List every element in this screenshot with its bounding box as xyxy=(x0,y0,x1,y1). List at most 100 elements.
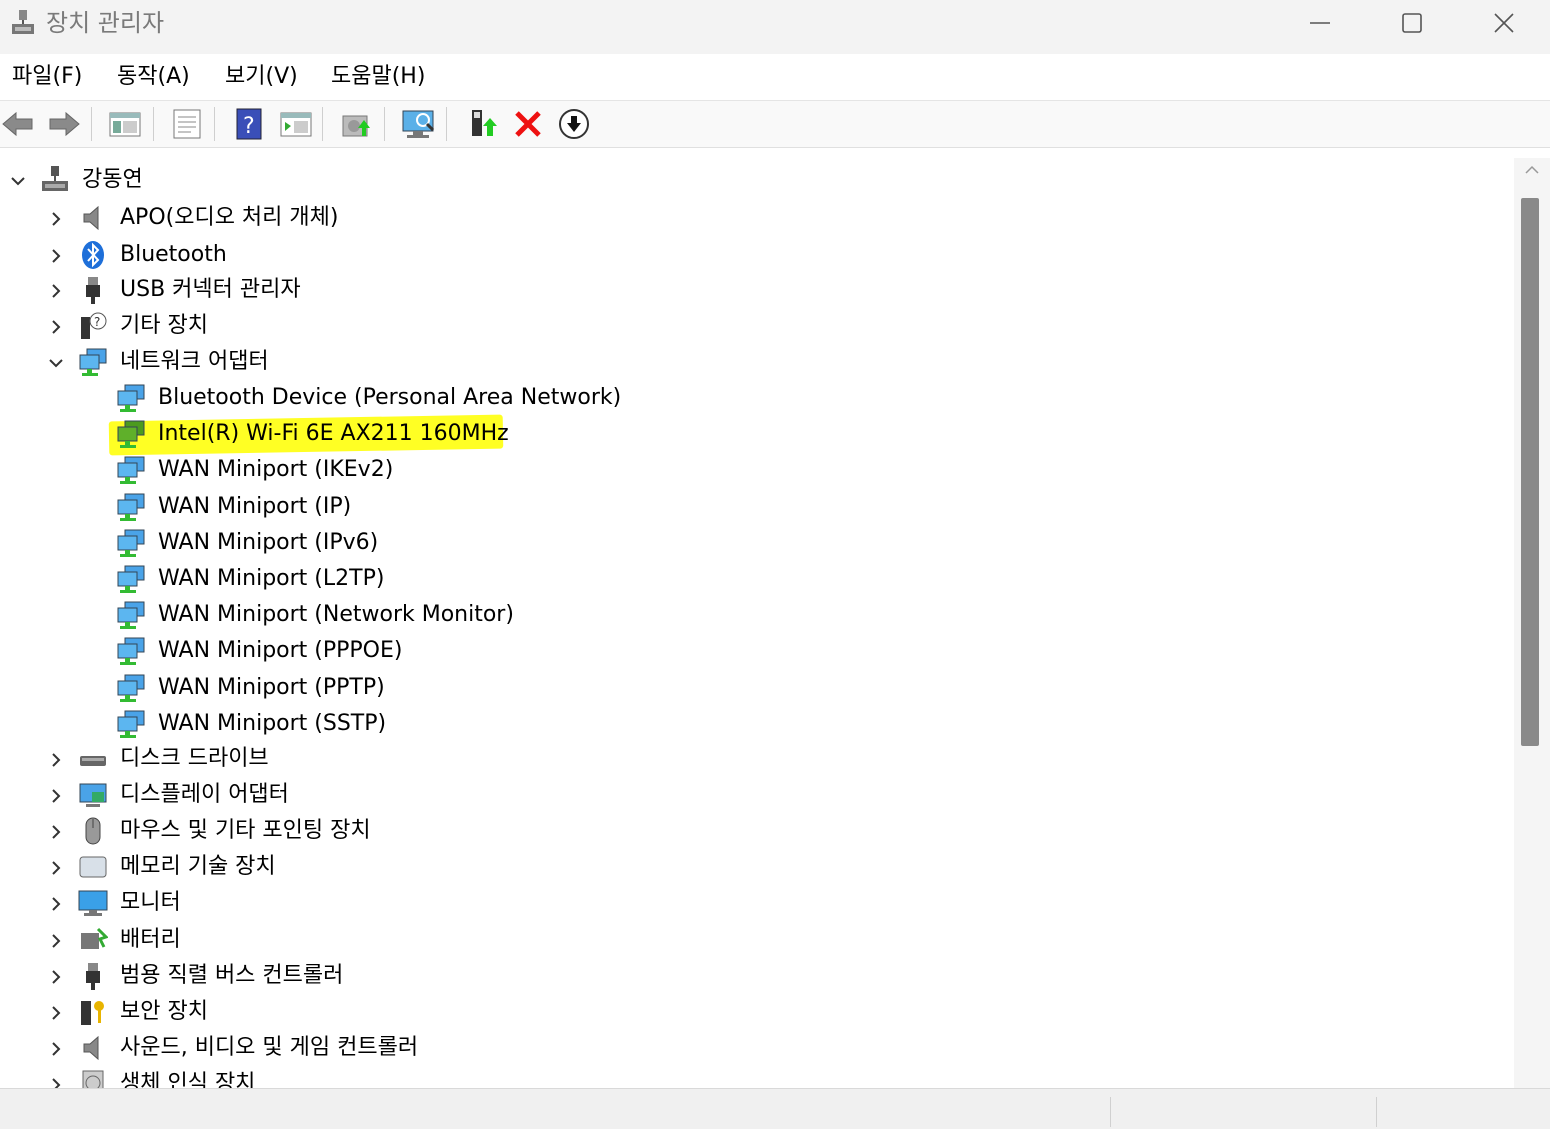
properties-button[interactable] xyxy=(169,105,205,143)
show-hide-tree-button[interactable] xyxy=(107,105,143,143)
enable-device-button[interactable] xyxy=(465,105,501,143)
chevron-right-icon xyxy=(52,320,61,334)
tree-category-item[interactable]: 범용 직렬 버스 컨트롤러 xyxy=(120,961,343,991)
toolbar-separator xyxy=(322,107,323,141)
expand-arrow[interactable] xyxy=(46,858,66,878)
minimize-button[interactable] xyxy=(1274,0,1366,46)
network-adapter-item[interactable]: WAN Miniport (L2TP) xyxy=(158,564,384,594)
biometric-icon xyxy=(78,1069,108,1088)
toolbar: ? xyxy=(0,101,1550,148)
expand-arrow[interactable] xyxy=(46,786,66,806)
disable-device-icon xyxy=(559,109,589,139)
tree-category-item[interactable]: 모니터 xyxy=(120,888,181,918)
network-adapter-icon xyxy=(116,419,146,449)
tree-category-item[interactable]: 디스크 드라이브 xyxy=(120,744,269,774)
tree-category-item[interactable]: APO(오디오 처리 개체) xyxy=(120,203,338,233)
disk-drive-icon xyxy=(78,744,108,774)
menu-file[interactable]: 파일(F) xyxy=(12,62,82,92)
toolbar-separator xyxy=(446,107,447,141)
chevron-down-icon xyxy=(11,177,25,186)
toolbar-separator xyxy=(384,107,385,141)
status-bar xyxy=(0,1088,1550,1129)
network-adapter-item[interactable]: WAN Miniport (IPv6) xyxy=(158,528,378,558)
chevron-right-icon xyxy=(52,249,61,263)
close-button[interactable] xyxy=(1458,0,1550,46)
expand-arrow[interactable] xyxy=(46,1003,66,1023)
battery-icon xyxy=(78,925,108,955)
expand-arrow[interactable] xyxy=(46,750,66,770)
chevron-right-icon xyxy=(52,753,61,767)
expand-arrow[interactable] xyxy=(46,1039,66,1059)
update-driver-button[interactable] xyxy=(339,105,375,143)
network-adapter-item[interactable]: WAN Miniport (Network Monitor) xyxy=(158,600,514,630)
tree-category-item[interactable]: 보안 장치 xyxy=(120,997,208,1027)
enable-device-icon xyxy=(472,110,497,136)
back-icon xyxy=(2,111,33,137)
disable-device-button[interactable] xyxy=(556,105,592,143)
network-adapter-item[interactable]: WAN Miniport (PPPOE) xyxy=(158,636,402,666)
back-button[interactable] xyxy=(0,105,36,143)
expand-arrow[interactable] xyxy=(46,246,66,266)
view-button[interactable] xyxy=(278,105,314,143)
toolbar-separator xyxy=(153,107,154,141)
tree-category-item[interactable]: 네트워크 어댑터 xyxy=(120,347,269,377)
root-collapse-arrow[interactable] xyxy=(8,171,28,191)
tree-category-item[interactable]: 메모리 기술 장치 xyxy=(120,852,276,882)
collapse-arrow[interactable] xyxy=(46,353,66,373)
expand-arrow[interactable] xyxy=(46,281,66,301)
expand-arrow[interactable] xyxy=(46,894,66,914)
expand-arrow[interactable] xyxy=(46,209,66,229)
uninstall-device-icon xyxy=(515,111,541,137)
tree-category-item[interactable]: 생체 인식 장치 xyxy=(120,1069,255,1088)
tree-category-item[interactable]: Bluetooth xyxy=(120,240,227,270)
chevron-right-icon xyxy=(52,970,61,984)
help-button[interactable]: ? xyxy=(231,105,267,143)
expand-arrow[interactable] xyxy=(46,822,66,842)
expand-arrow[interactable] xyxy=(46,967,66,987)
menu-bar: 파일(F) 동작(A) 보기(V) 도움말(H) xyxy=(0,54,1550,101)
network-adapter-icon xyxy=(116,564,146,594)
status-divider xyxy=(1110,1097,1111,1127)
tree-category-item[interactable]: 배터리 xyxy=(120,925,181,955)
view-icon xyxy=(280,112,312,137)
update-driver-icon xyxy=(342,115,370,137)
network-adapter-item[interactable]: Bluetooth Device (Personal Area Network) xyxy=(158,383,621,413)
network-adapter-icon xyxy=(116,636,146,666)
usb-connector-icon xyxy=(78,275,108,305)
tree-category-item[interactable]: 마우스 및 기타 포인팅 장치 xyxy=(120,816,371,846)
expand-arrow[interactable] xyxy=(46,931,66,951)
chevron-right-icon xyxy=(52,825,61,839)
tree-category-item[interactable]: USB 커넥터 관리자 xyxy=(120,275,301,305)
network-adapter-item[interactable]: WAN Miniport (IP) xyxy=(158,492,351,522)
menu-help[interactable]: 도움말(H) xyxy=(331,62,425,92)
chevron-right-icon xyxy=(52,284,61,298)
network-adapter-item[interactable]: Intel(R) Wi-Fi 6E AX211 160MHz xyxy=(158,419,509,449)
menu-view[interactable]: 보기(V) xyxy=(225,62,298,92)
network-adapter-icon xyxy=(116,455,146,485)
expand-arrow[interactable] xyxy=(46,317,66,337)
network-adapter-item[interactable]: WAN Miniport (SSTP) xyxy=(158,709,386,739)
scrollbar-thumb[interactable] xyxy=(1521,198,1539,746)
sound-icon xyxy=(78,1033,108,1063)
device-manager-icon xyxy=(12,10,34,34)
close-icon xyxy=(1494,13,1514,33)
tree-category-item[interactable]: 디스플레이 어댑터 xyxy=(120,780,289,810)
toolbar-separator xyxy=(91,107,92,141)
speaker-icon xyxy=(78,203,108,233)
scroll-up-icon xyxy=(1525,165,1539,174)
expand-arrow[interactable] xyxy=(46,1075,66,1088)
security-device-icon xyxy=(78,997,108,1027)
tree-category-item[interactable]: 기타 장치 xyxy=(120,311,208,341)
network-adapter-icon xyxy=(116,383,146,413)
tree-category-item[interactable]: 사운드, 비디오 및 게임 컨트롤러 xyxy=(120,1033,418,1063)
scan-hardware-button[interactable] xyxy=(401,105,437,143)
maximize-button[interactable] xyxy=(1366,0,1458,46)
tree-root-label[interactable]: 강동연 xyxy=(82,165,143,195)
uninstall-device-button[interactable] xyxy=(510,105,546,143)
maximize-icon xyxy=(1402,13,1422,33)
mouse-icon xyxy=(78,816,108,846)
network-adapter-item[interactable]: WAN Miniport (PPTP) xyxy=(158,673,385,703)
forward-button[interactable] xyxy=(46,105,82,143)
menu-action[interactable]: 동작(A) xyxy=(117,62,190,92)
network-adapter-item[interactable]: WAN Miniport (IKEv2) xyxy=(158,455,393,485)
